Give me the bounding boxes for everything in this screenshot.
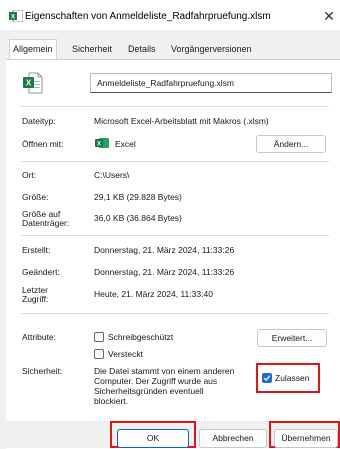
created-value: Donnerstag, 21. März 2024, 11:33:26 <box>94 245 235 255</box>
hidden-label: Versteckt <box>108 349 143 359</box>
tab-sicherheit[interactable]: Sicherheit <box>69 40 115 58</box>
readonly-label: Schreibgeschützt <box>108 332 174 342</box>
tab-vorgaengerversionen[interactable]: Vorgängerversionen <box>168 40 255 58</box>
ok-button[interactable]: OK <box>117 429 189 448</box>
created-label: Erstellt: <box>22 245 51 255</box>
file-name-value: Anmeldeliste_Radfahrpruefung.xlsm <box>97 78 235 88</box>
apply-button[interactable]: Übernehmen <box>274 429 338 448</box>
readonly-checkbox[interactable] <box>94 332 104 342</box>
unblock-checkbox[interactable] <box>262 373 272 383</box>
size-label: Größe: <box>22 192 49 202</box>
change-button[interactable]: Ändern... <box>256 135 326 153</box>
tab-allgemein[interactable]: Allgemein <box>9 39 57 60</box>
attributes-label: Attribute: <box>22 332 57 342</box>
close-icon[interactable]: ✕ <box>321 8 337 24</box>
title-bar: X Eigenschaften von Anmeldeliste_Radfahr… <box>0 0 340 30</box>
modified-value: Donnerstag, 21. März 2024, 11:33:26 <box>94 267 235 277</box>
location-value: C:\Users\ <box>94 170 130 180</box>
accessed-value: Heute, 21. März 2024, 11:33:40 <box>94 289 213 299</box>
svg-text:X: X <box>97 142 101 148</box>
file-type-value: Microsoft Excel-Arbeitsblatt mit Makros … <box>94 116 269 126</box>
modified-label: Geändert: <box>22 267 60 277</box>
security-text-line4: blockiert. <box>94 396 129 406</box>
opens-with-label: Öffnen mit: <box>22 139 64 149</box>
divider <box>21 313 329 314</box>
security-label: Sicherheit: <box>22 366 63 376</box>
security-text-line1: Die Datei stammt von einem anderen <box>94 366 235 376</box>
tab-details[interactable]: Details <box>125 40 159 58</box>
divider <box>21 161 329 162</box>
svg-text:X: X <box>11 15 15 21</box>
excel-file-icon: X <box>23 72 43 94</box>
divider <box>21 106 329 107</box>
file-name-input[interactable]: Anmeldeliste_Radfahrpruefung.xlsm <box>90 73 332 93</box>
cancel-button[interactable]: Abbrechen <box>199 429 267 448</box>
opens-with-value: Excel <box>115 139 136 149</box>
hidden-checkbox[interactable] <box>94 349 104 359</box>
svg-text:X: X <box>26 79 32 88</box>
excel-file-icon: X <box>9 10 23 22</box>
tab-bar: Allgemein Sicherheit Details Vorgängerve… <box>0 39 340 60</box>
security-text-line3: Sicherheitsgründen eventuell <box>94 386 204 396</box>
excel-app-icon: X <box>95 138 109 148</box>
file-type-label: Dateityp: <box>22 116 56 126</box>
checkmark-icon <box>263 375 271 381</box>
accessed-label-line2: Zugriff: <box>22 294 49 304</box>
size-on-disk-label-line2: Datenträger: <box>22 218 70 228</box>
security-text-line2: Computer. Der Zugriff wurde aus <box>94 376 218 386</box>
divider <box>21 235 329 236</box>
advanced-button[interactable]: Erweitert... <box>257 329 327 347</box>
window-title: Eigenschaften von Anmeldeliste_Radfahrpr… <box>25 11 271 22</box>
size-on-disk-value: 36,0 KB (36.864 Bytes) <box>94 213 182 223</box>
unblock-label: Zulassen <box>275 373 310 383</box>
size-value: 29,1 KB (29.828 Bytes) <box>94 192 182 202</box>
location-label: Ort: <box>22 170 37 180</box>
